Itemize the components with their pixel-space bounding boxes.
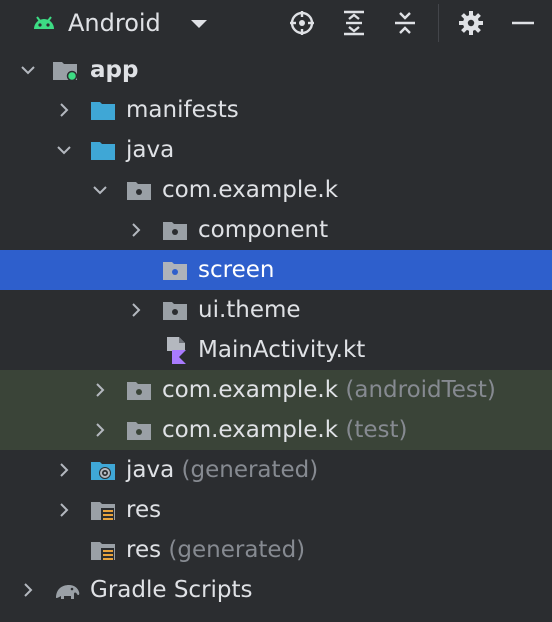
package-icon	[127, 422, 151, 440]
resource-folder-icon	[91, 502, 115, 521]
project-toolbar: Android	[0, 0, 552, 46]
android-icon	[34, 16, 54, 29]
chevron-right-icon[interactable]	[20, 582, 36, 598]
tree-label-gradle-scripts: Gradle Scripts	[90, 577, 253, 603]
hide-button[interactable]	[508, 8, 538, 38]
chevron-right-icon[interactable]	[56, 102, 72, 118]
collapse-all-icon	[395, 12, 415, 34]
package-icon	[127, 382, 151, 400]
tree-label-unit-test: com.example.k (test)	[162, 417, 408, 443]
tree-row-unit-test[interactable]: com.example.k (test)	[0, 410, 552, 450]
tree-label-screen: screen	[198, 257, 275, 283]
tree-row-manifests[interactable]: manifests	[0, 90, 552, 130]
tree-row-ui-theme[interactable]: ui.theme	[0, 290, 552, 330]
chevron-right-icon[interactable]	[92, 382, 108, 398]
package-icon	[127, 182, 151, 200]
tree-row-java[interactable]: java	[0, 130, 552, 170]
chevron-right-icon[interactable]	[92, 422, 108, 438]
tree-row-android-test[interactable]: com.example.k (androidTest)	[0, 370, 552, 410]
tree-label-component: component	[198, 217, 329, 243]
tree-label-res: res	[126, 497, 162, 523]
tree-label-app: app	[90, 57, 139, 83]
locate-button[interactable]	[287, 8, 317, 38]
generated-folder-icon	[91, 462, 115, 480]
kotlin-file-icon	[167, 337, 186, 364]
tree-label-package: com.example.k	[162, 177, 339, 203]
tree-label-res-generated: res (generated)	[126, 537, 306, 563]
chevron-down-icon[interactable]	[20, 62, 36, 78]
resource-folder-icon	[91, 542, 115, 561]
package-icon	[163, 262, 187, 280]
chevron-down-icon[interactable]	[56, 142, 72, 158]
tree-label-main-activity: MainActivity.kt	[198, 337, 366, 363]
tree-row-screen[interactable]: screen	[0, 250, 552, 290]
tree-label-java-generated: java (generated)	[126, 457, 319, 483]
tree-row-component[interactable]: component	[0, 210, 552, 250]
settings-button[interactable]	[456, 8, 486, 38]
settings-icon	[459, 11, 483, 35]
dropdown-icon[interactable]	[188, 12, 210, 34]
toolbar-separator	[438, 4, 439, 42]
tree-label-manifests: manifests	[126, 97, 239, 123]
tree-row-app[interactable]: app	[0, 50, 552, 90]
tree-row-java-generated[interactable]: java (generated)	[0, 450, 552, 490]
chevron-down-icon[interactable]	[92, 182, 108, 198]
folder-icon	[91, 142, 115, 160]
tree-row-main-activity[interactable]: MainActivity.kt	[0, 330, 552, 370]
package-icon	[163, 222, 187, 240]
chevron-right-icon[interactable]	[128, 302, 144, 318]
hide-icon	[512, 21, 534, 25]
tree-label-java: java	[126, 137, 175, 163]
tree-row-res[interactable]: res	[0, 490, 552, 530]
folder-icon	[91, 102, 115, 120]
tree-row-package[interactable]: com.example.k	[0, 170, 552, 210]
tree-row-res-generated[interactable]: res (generated)	[0, 530, 552, 570]
chevron-right-icon[interactable]	[56, 462, 72, 478]
chevron-right-icon[interactable]	[128, 222, 144, 238]
expand-all-button[interactable]	[339, 8, 369, 38]
module-folder-icon	[53, 62, 78, 82]
chevron-right-icon[interactable]	[56, 502, 72, 518]
view-selector[interactable]: Android	[68, 8, 161, 38]
tree-row-gradle-scripts[interactable]: Gradle Scripts	[0, 570, 552, 610]
tree-label-android-test: com.example.k (androidTest)	[162, 377, 496, 403]
locate-icon	[290, 11, 314, 35]
package-icon	[163, 302, 187, 320]
tree-label-ui-theme: ui.theme	[198, 297, 301, 323]
expand-all-icon	[344, 10, 364, 36]
collapse-all-button[interactable]	[390, 8, 420, 38]
gradle-elephant-icon	[56, 585, 80, 599]
